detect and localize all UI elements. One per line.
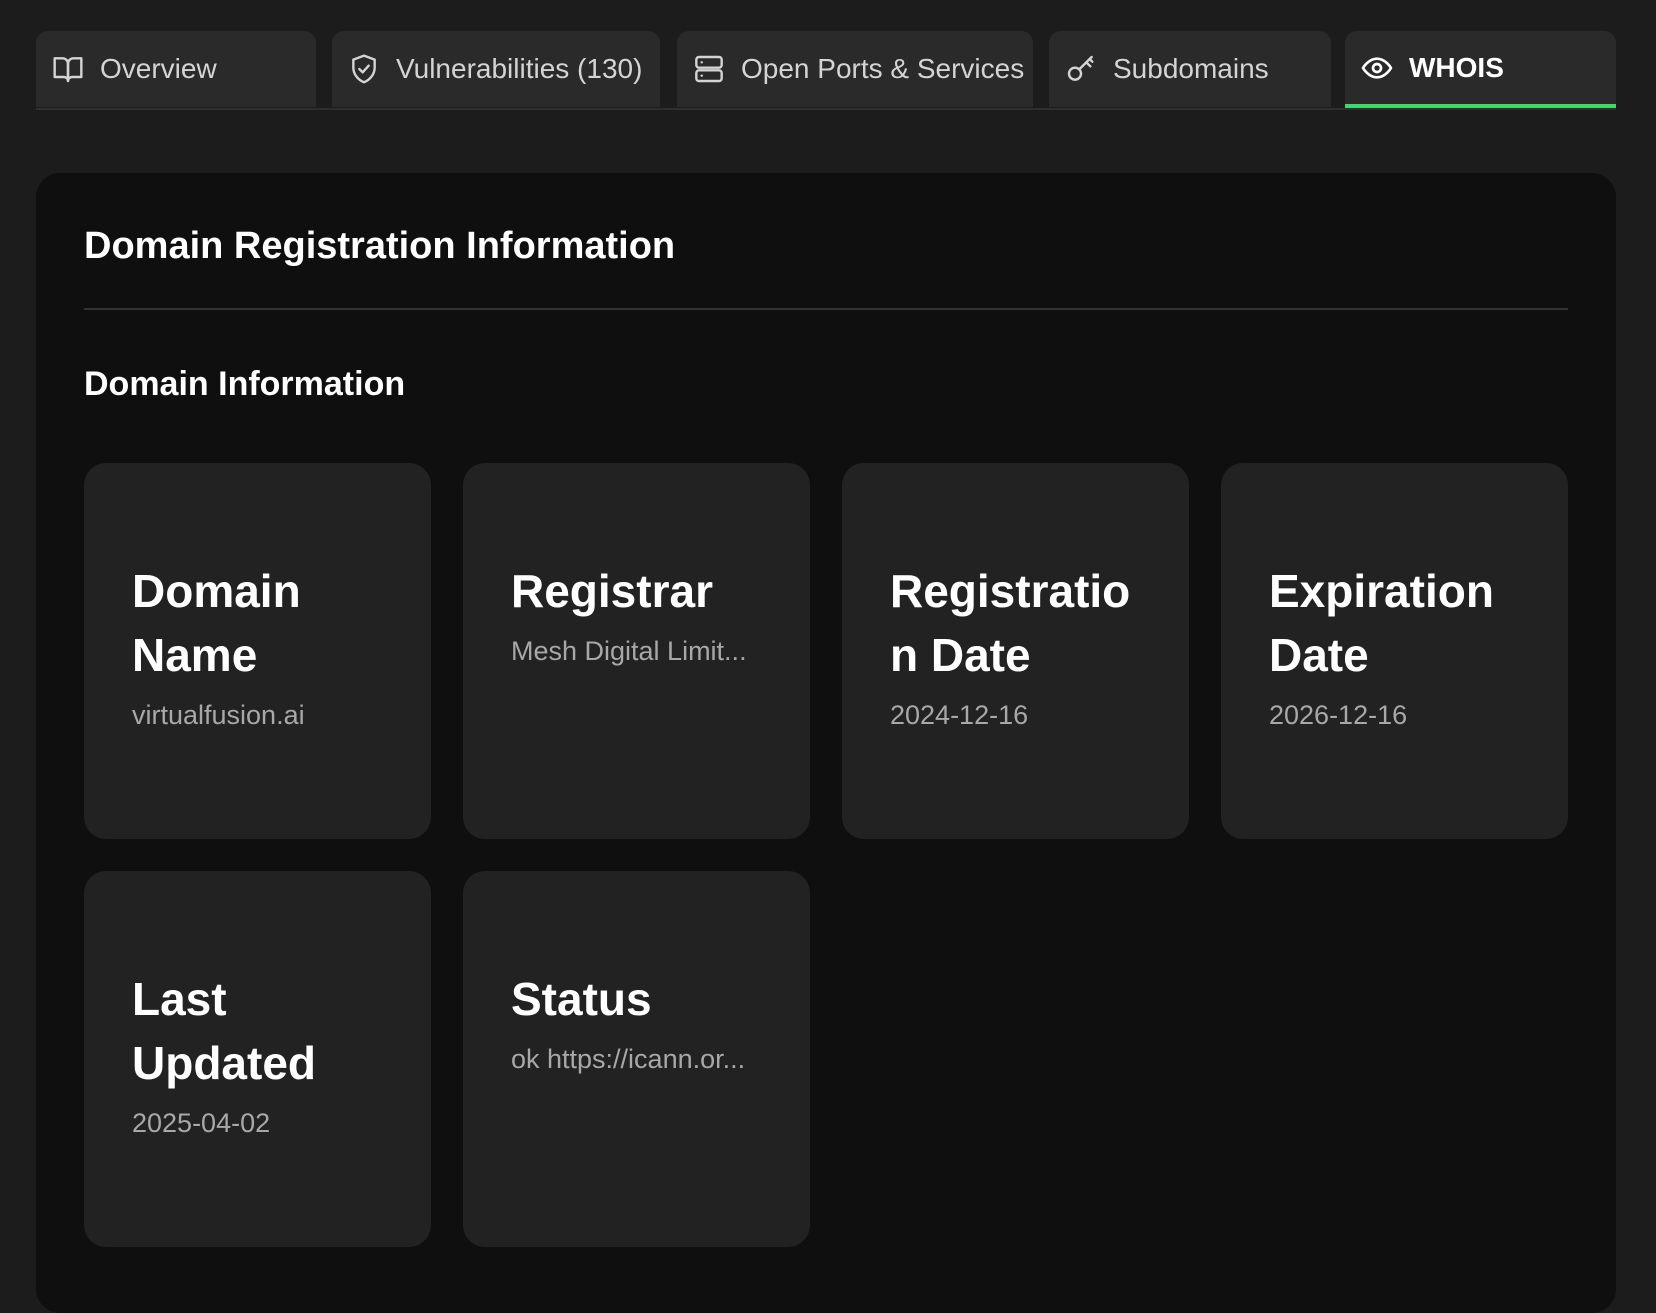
card-label: Status [511, 973, 652, 1025]
tab-bar: Overview Vulnerabilities (130) Open Port… [36, 31, 1616, 110]
card-value: 2025-04-02 [132, 1108, 271, 1138]
tab-subdomains[interactable]: Subdomains [1049, 31, 1331, 107]
info-card-status: Status ok https://icann.or... [463, 871, 810, 1247]
key-icon [1065, 53, 1097, 85]
card-label: Registration Date [890, 565, 1131, 681]
card-value: virtualfusion.ai [132, 700, 305, 730]
card-label: Last Updated [132, 973, 316, 1089]
info-card-registrar: Registrar Mesh Digital Limit... [463, 463, 810, 839]
tab-open-ports[interactable]: Open Ports & Services [677, 31, 1033, 107]
tab-label: Vulnerabilities (130) [396, 53, 643, 84]
section-title: Domain Information [84, 365, 406, 403]
tab-overview[interactable]: Overview [36, 31, 316, 107]
tab-label: WHOIS [1409, 51, 1504, 83]
tab-label: Subdomains [1113, 53, 1269, 84]
book-open-icon [52, 53, 84, 85]
panel-title: Domain Registration Information [84, 225, 676, 267]
card-value: 2026-12-16 [1269, 700, 1408, 730]
info-card-domain-name: Domain Name virtualfusion.ai [84, 463, 431, 839]
card-label: Expiration Date [1269, 565, 1494, 681]
card-value: 2024-12-16 [890, 700, 1029, 730]
tab-label: Overview [100, 53, 217, 84]
tab-label: Open Ports & Services [741, 53, 1025, 84]
server-icon [693, 53, 725, 85]
card-label: Domain Name [132, 565, 301, 681]
info-card-registration-date: Registration Date 2024-12-16 [842, 463, 1189, 839]
divider [84, 308, 1568, 310]
shield-check-icon [348, 53, 380, 85]
card-value: ok https://icann.or... [511, 1044, 746, 1074]
eye-icon [1361, 52, 1393, 84]
card-value: Mesh Digital Limit... [511, 636, 747, 666]
info-card-expiration-date: Expiration Date 2026-12-16 [1221, 463, 1568, 839]
tab-whois[interactable]: WHOIS [1345, 31, 1616, 108]
whois-panel: Domain Registration Information Domain I… [36, 173, 1616, 1313]
info-card-last-updated: Last Updated 2025-04-02 [84, 871, 431, 1247]
card-label: Registrar [511, 565, 713, 617]
tab-vulnerabilities[interactable]: Vulnerabilities (130) [332, 31, 660, 107]
